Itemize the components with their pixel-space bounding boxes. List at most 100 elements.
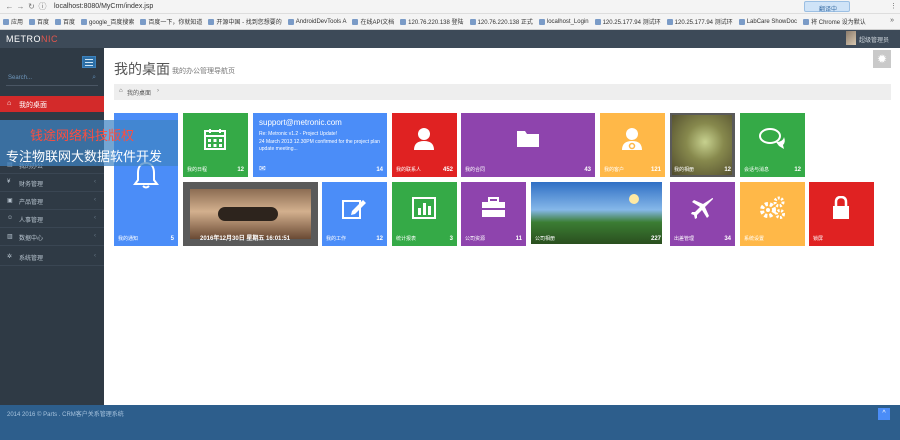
tile-chat[interactable]: 会话与消息 12 [740,113,805,177]
bookmark[interactable]: 120.76.220.138 正式 [469,17,533,26]
tile-work[interactable]: 我的工作 12 [322,182,387,246]
bookmark[interactable]: localhost_Login [538,18,589,25]
bookmark-icon [208,18,215,25]
arrow-up-icon: ^ [882,410,886,417]
bookmark[interactable]: 开源中国 - 找到您想要的 [208,17,282,26]
bookmark-icon [594,18,601,25]
tile-label: 我的日程 [187,167,208,173]
tile-customers[interactable]: 我的客户 121 [600,113,665,177]
forward-icon[interactable]: → [15,2,26,11]
menu-icon[interactable]: ⋮ [890,2,897,10]
sidebar-item-hr[interactable]: ☺ 人事管理 ‹ [0,210,104,228]
tile-label: 我的相册 [674,167,695,173]
people-icon: ☺ [7,215,14,221]
back-icon[interactable]: ← [4,2,15,11]
bookmark-icon [55,18,62,25]
current-datetime: 2016年12月30日 星期五 16:01:51 [200,236,291,242]
tile-calendar[interactable]: 我的日程 12 [183,113,248,177]
sidebar-item-data[interactable]: ▥ 数据中心 ‹ [0,228,104,246]
watermark-banner: 钱途网络科技版权 专注物联网大数据软件开发 [0,120,178,166]
tile-report[interactable]: 统计报表 3 [392,182,457,246]
browser-address-bar: ← → ↻ ⓘ localhost:8080/MyCrm/index.jsp [0,0,900,14]
tile-mail[interactable]: support@metronic.com Re: Metronic v1.2 -… [253,113,387,177]
bookmark[interactable]: 百度一下，你就知道 [140,17,202,26]
info-icon[interactable]: ⓘ [37,1,48,12]
tile-count: 227 [650,236,661,242]
page-subtitle: 我的办公管理导航页 [172,68,235,75]
reload-icon[interactable]: ↻ [26,2,37,11]
bar-chart-icon [412,197,436,219]
tile-count: 12 [724,167,731,173]
bookmark[interactable]: 120.25.177.94 测试环 [666,17,733,26]
money-icon: ¥ [7,179,11,185]
user-name[interactable]: 超级管理员 [859,35,889,44]
tile-label: 出差管理 [674,236,695,242]
chevron-left-icon: ‹ [94,197,96,203]
tile-count: 43 [584,167,591,173]
bookmark-icon [400,18,407,25]
sidebar-search-input[interactable]: Search... ⌕ [6,74,98,86]
tile-count: 14 [376,167,383,173]
app-root: ← → ↻ ⓘ localhost:8080/MyCrm/index.jsp 翻… [0,0,900,440]
calendar-icon [204,129,226,150]
tile-settings[interactable]: 系统设置 [740,182,805,246]
bookmark-icon [538,18,545,25]
tile-lock[interactable]: 锁屏 [809,182,874,246]
bookmark[interactable]: 120.76.220.138 登陆 [400,17,464,26]
chart-icon: ▥ [7,234,13,240]
mail-preview: 24 March 2013 12.30PM confirmed for the … [259,139,380,152]
settings-gear-button[interactable]: ✹ [873,50,891,68]
bookmarks-more-icon[interactable]: » [890,17,894,24]
tile-label: 公司资源 [465,236,486,242]
tile-label: 我的合同 [465,167,486,173]
tile-travel[interactable]: 出差管理 34 [670,182,735,246]
bookmark[interactable]: 应用 [3,17,23,26]
footer: 2014 2016 © Parts . CRM客户关系管理系统 ^ [0,405,900,440]
tile-photo-album[interactable]: 我的相册 12 [670,113,735,177]
box-icon: ▣ [7,198,13,204]
home-icon[interactable]: ⌂ [119,88,123,94]
tile-count: 452 [442,167,453,173]
scroll-top-button[interactable]: ^ [878,408,890,420]
mail-sender: support@metronic.com [259,118,342,127]
tile-landscape[interactable]: 公司相册 227 [531,182,665,246]
bookmark[interactable]: 120.25.177.94 测试环 [594,17,661,26]
breadcrumb-item[interactable]: 我的桌面 [127,88,151,97]
cogs-icon [760,196,785,219]
gear-icon: ✲ [7,254,13,260]
bookmark[interactable]: 百度 [29,17,49,26]
tile-label: 公司相册 [535,236,556,242]
tile-label: 统计报表 [396,236,417,242]
tile-date-photo[interactable]: 2016年12月30日 星期五 16:01:51 [183,182,318,246]
magnifier-icon[interactable]: ⌕ [92,74,96,82]
sidebar-item-desktop[interactable]: ⌂ 我的桌面 [0,96,104,112]
sidebar-item-finance[interactable]: ¥ 财务管理 ‹ [0,174,104,192]
logo[interactable]: METRONIC [6,34,58,44]
user-icon [414,128,434,150]
avatar[interactable] [846,31,856,45]
bookmark[interactable]: AndroidDevTools A [287,18,346,25]
tile-documents[interactable]: 我的合同 43 [461,113,595,177]
translate-extension-button[interactable]: 翻译中 [804,1,850,13]
sidebar-item-system[interactable]: ✲ 系统管理 ‹ [0,248,104,266]
breadcrumb: ⌂ 我的桌面 › [114,84,891,100]
bookmark[interactable]: google_百度搜索 [81,17,134,26]
chevron-left-icon: ‹ [94,179,96,185]
sidebar-toggle-button[interactable] [82,56,96,68]
sidebar-item-label: 产品管理 [19,200,44,206]
chevron-left-icon: ‹ [94,215,96,221]
tile-office[interactable]: 公司资源 11 [461,182,526,246]
sidebar-item-product[interactable]: ▣ 产品管理 ‹ [0,192,104,210]
tile-label: 锁屏 [813,236,824,242]
watermark-line-2: 专注物联网大数据软件开发 [6,150,163,165]
bookmark-icon [803,18,810,25]
url-input[interactable]: localhost:8080/MyCrm/index.jsp [54,3,153,10]
bookmark[interactable]: 将 Chrome 设为默认 [803,17,866,26]
tile-label: 会话与消息 [744,167,770,173]
bookmark[interactable]: 在线API文档 [352,17,394,26]
bookmark[interactable]: 百度 [55,17,75,26]
airplane-icon [691,198,713,219]
tile-contacts[interactable]: 我的联系人 452 [392,113,457,177]
bookmark[interactable]: LabCare ShowDoc [738,18,797,25]
translate-extension-label: 翻译中 [819,7,838,13]
